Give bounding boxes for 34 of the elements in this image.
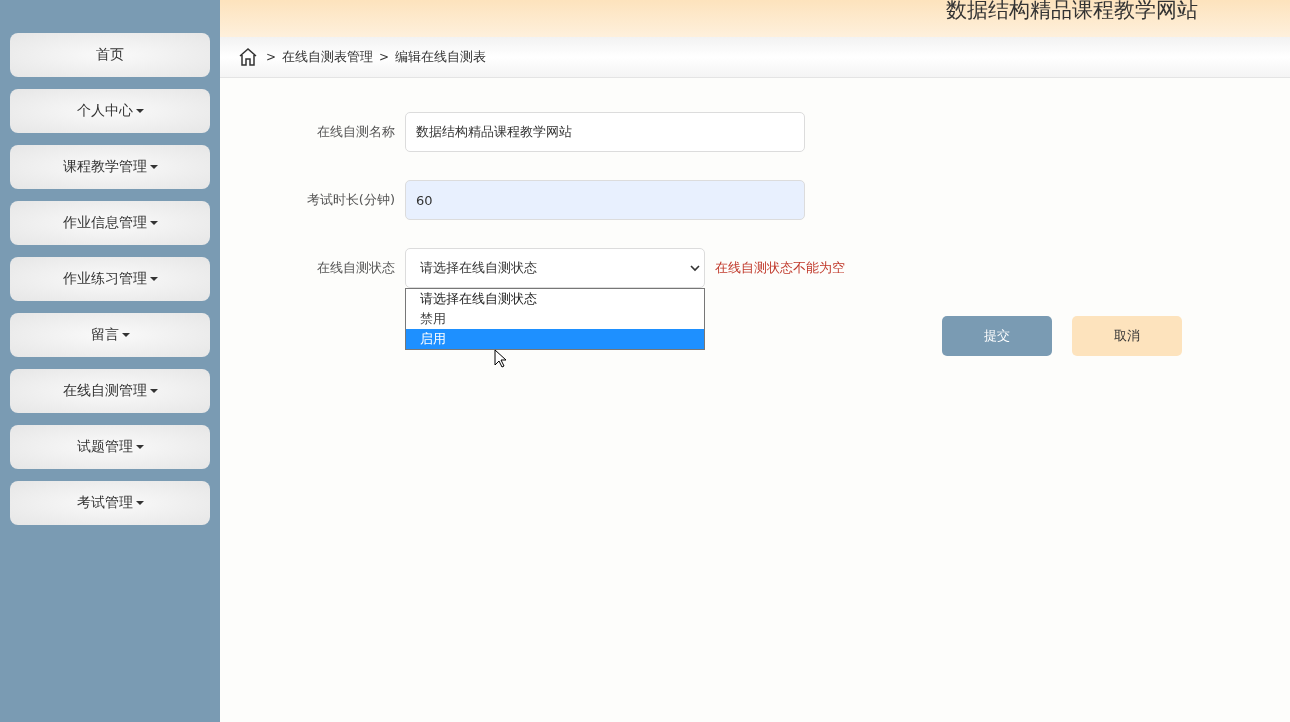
caret-icon — [149, 389, 158, 393]
field-label: 在线自测名称 — [316, 123, 396, 141]
caret-icon — [149, 277, 158, 281]
sidebar-menu-item[interactable]: 作业练习管理 — [10, 257, 210, 301]
dropdown-option[interactable]: 请选择在线自测状态 — [406, 289, 704, 309]
dropdown-option[interactable]: 禁用 — [406, 309, 704, 329]
sidebar-menu-item[interactable]: 考试管理 — [10, 481, 210, 525]
caret-icon — [149, 221, 158, 225]
site-title: 数据结构精品课程教学网站 — [946, 0, 1198, 24]
caret-icon — [135, 501, 144, 505]
text-input[interactable]: 60 — [405, 180, 805, 220]
caret-icon — [149, 165, 158, 169]
cancel-button[interactable]: 取消 — [1072, 316, 1182, 356]
field-label: 考试时长(分钟) — [305, 191, 396, 209]
sidebar-menu-item[interactable]: 在线自测管理 — [10, 369, 210, 413]
home-icon[interactable] — [238, 47, 258, 67]
sidebar-menu-item[interactable]: 首页 — [10, 33, 210, 77]
breadcrumb-separator: > — [266, 50, 277, 64]
sidebar-menu-item[interactable]: 作业信息管理 — [10, 201, 210, 245]
breadcrumb-link[interactable]: 在线自测表管理 — [282, 48, 374, 66]
caret-icon — [135, 109, 144, 113]
breadcrumb-separator: > — [379, 50, 390, 64]
text-input[interactable]: 数据结构精品课程教学网站 — [405, 112, 805, 152]
sidebar-menu-item[interactable]: 课程教学管理 — [10, 145, 210, 189]
sidebar-menu-item[interactable]: 试题管理 — [10, 425, 210, 469]
breadcrumb-current: 编辑在线自测表 — [395, 48, 487, 66]
caret-icon — [135, 445, 144, 449]
field-label: 在线自测状态 — [316, 259, 396, 277]
select-field[interactable]: 请选择在线自测状态 — [405, 248, 705, 288]
sidebar-menu-item[interactable]: 个人中心 — [10, 89, 210, 133]
chevron-icon — [690, 264, 700, 272]
caret-icon — [121, 333, 130, 337]
error-message: 在线自测状态不能为空 — [715, 259, 845, 277]
sidebar-menu-item[interactable]: 留言 — [10, 313, 210, 357]
